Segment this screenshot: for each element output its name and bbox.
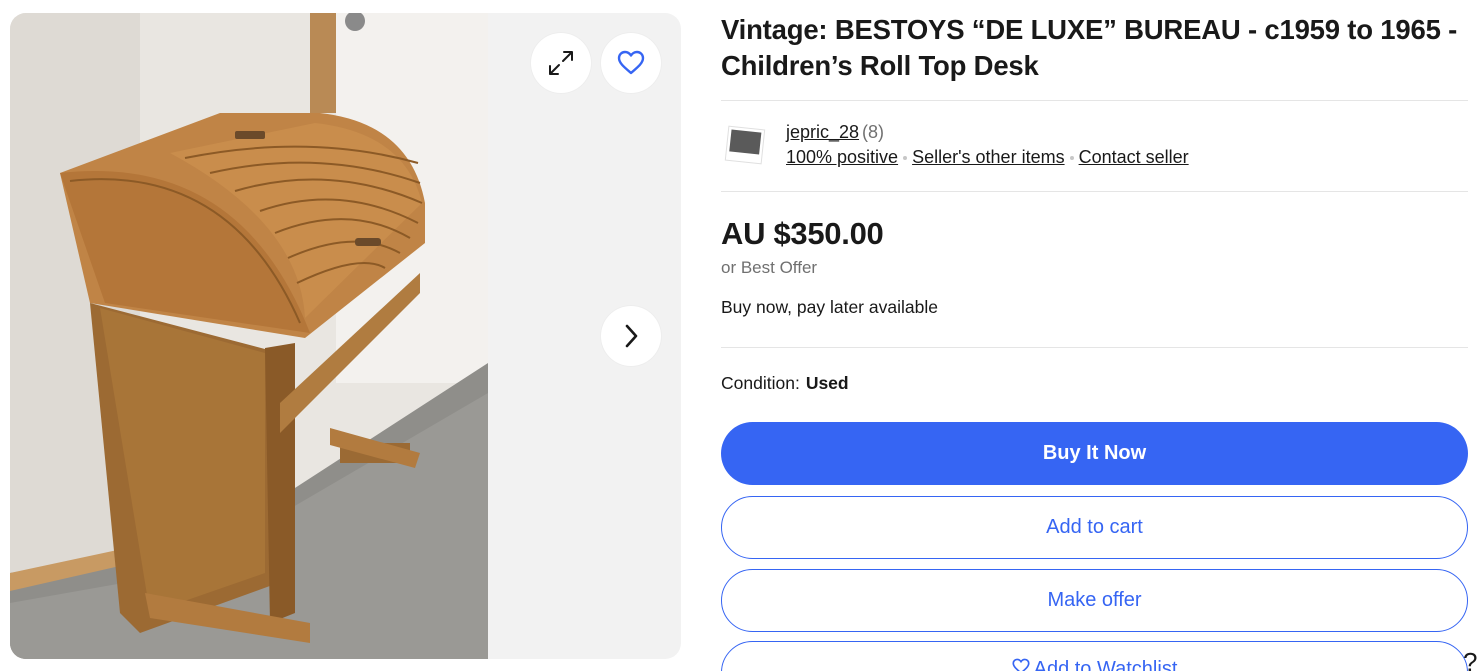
next-image-button[interactable] [601,306,661,366]
condition-label: Condition: [721,373,800,393]
make-offer-label: Make offer [1047,589,1142,611]
add-to-watchlist-label: Add to Watchlist [1033,658,1178,671]
chevron-right-icon [625,324,638,348]
heart-icon [617,50,645,75]
heart-icon [1012,658,1030,671]
image-gallery [10,13,681,659]
seller-name-row: jepric_28 (8) [786,122,884,143]
price: AU $350.00 [721,216,884,251]
add-to-cart-button[interactable]: Add to cart [721,496,1468,559]
divider [721,100,1468,101]
seller-other-items-link[interactable]: Seller's other items [912,147,1065,167]
pay-later-label: Buy now, pay later available [721,297,938,317]
seller-feedback-count: (8) [862,122,885,142]
condition-row: Condition: Used [721,373,849,394]
add-to-cart-label: Add to cart [1046,516,1143,538]
expand-icon [549,51,573,75]
positive-feedback-link[interactable]: 100% positive [786,147,898,167]
seller-name-link[interactable]: jepric_28 [786,122,859,142]
condition-value: Used [805,373,849,393]
listing-title: Vintage: BESTOYS “DE LUXE” BUREAU - c195… [721,14,1458,81]
divider [721,191,1468,192]
roll-top-desk-image [10,13,488,659]
make-offer-button[interactable]: Make offer [721,569,1468,632]
buy-it-now-label: Buy It Now [1042,442,1147,464]
seller-links-row: 100% positive Seller's other items Contact… [786,147,1189,168]
contact-seller-link[interactable]: Contact seller [1079,147,1189,167]
watch-heart-button[interactable] [601,33,661,93]
separator-dot [903,156,908,161]
best-offer-label: or Best Offer [721,258,818,277]
buy-it-now-button[interactable]: Buy It Now [721,422,1468,485]
seller-avatar[interactable] [721,120,769,168]
product-photo[interactable] [10,13,488,659]
expand-image-button[interactable] [531,33,591,93]
add-to-watchlist-button[interactable]: Add to Watchlist [721,641,1468,671]
divider [721,347,1468,348]
separator-dot [1069,156,1074,161]
help-button[interactable]: ? [1463,647,1481,671]
